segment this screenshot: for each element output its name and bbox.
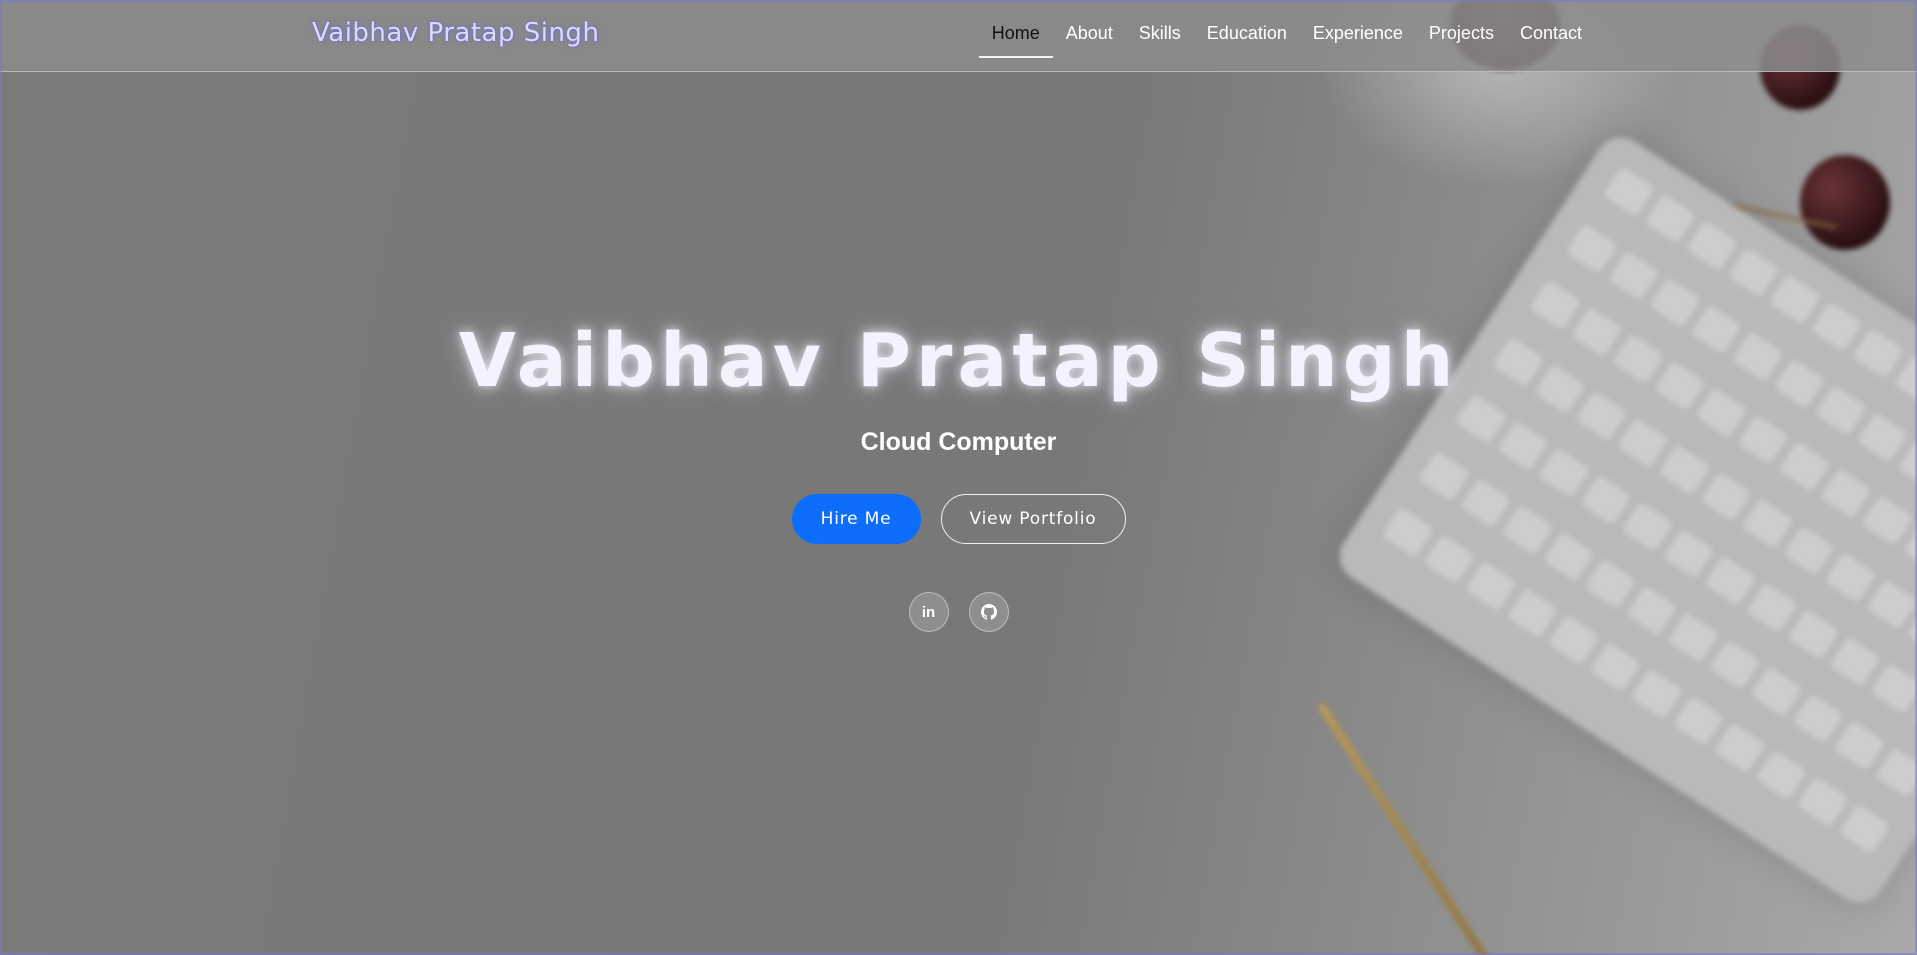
hero-subtitle: Cloud Computer bbox=[860, 428, 1057, 456]
github-link[interactable] bbox=[968, 592, 1009, 632]
linkedin-link[interactable]: in bbox=[908, 592, 949, 632]
social-links: in bbox=[0, 592, 1917, 632]
hire-me-button[interactable]: Hire Me bbox=[791, 494, 921, 544]
hero-buttons: Hire Me View Portfolio bbox=[0, 494, 1917, 544]
hero-title: Vaibhav Pratap Singh bbox=[458, 318, 1459, 404]
view-portfolio-button[interactable]: View Portfolio bbox=[940, 494, 1126, 544]
github-icon bbox=[980, 604, 997, 620]
hero-section: Vaibhav Pratap Singh Cloud Computer Hire… bbox=[0, 0, 1917, 955]
linkedin-icon: in bbox=[921, 603, 936, 621]
